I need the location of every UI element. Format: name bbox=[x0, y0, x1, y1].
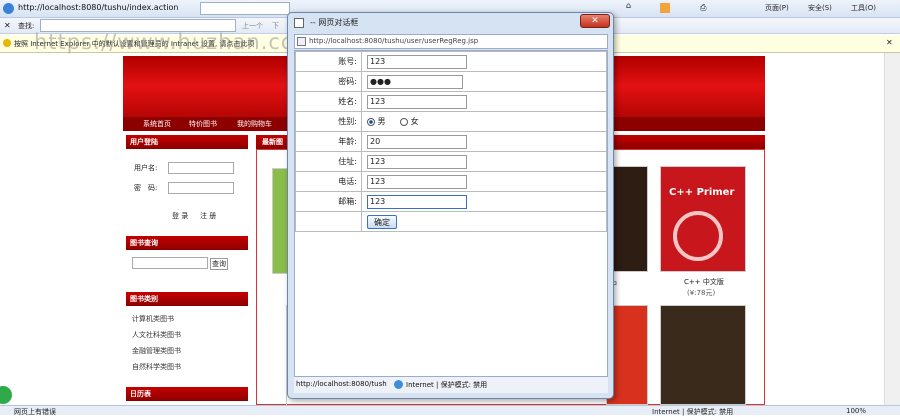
menu-safety[interactable]: 安全(S) bbox=[808, 3, 832, 13]
address-label: 住址: bbox=[295, 151, 362, 172]
login-button[interactable]: 登 录 bbox=[172, 211, 188, 221]
book-title[interactable]: C++ 中文版 bbox=[684, 277, 724, 287]
globe-icon bbox=[394, 380, 403, 389]
status-zone: Internet | 保护模式: 禁用 bbox=[652, 408, 734, 416]
username-input[interactable] bbox=[168, 162, 234, 174]
category-item[interactable]: 自然科学类图书 bbox=[132, 362, 181, 372]
email-label: 邮箱: bbox=[295, 191, 362, 212]
find-label: 查找: bbox=[18, 22, 35, 30]
category-section-title: 图书类别 bbox=[126, 292, 248, 306]
female-radio[interactable] bbox=[400, 117, 409, 126]
home-icon[interactable]: ⌂ bbox=[626, 1, 631, 10]
warning-icon bbox=[3, 39, 11, 47]
login-section-title: 用户登陆 bbox=[126, 135, 248, 149]
browser-statusbar: 网页上有错误 Internet | 保护模式: 禁用 100% bbox=[0, 405, 900, 417]
password-label: 密码: bbox=[295, 71, 362, 92]
feeds-icon[interactable] bbox=[660, 3, 670, 13]
username-label: 用户名: bbox=[134, 164, 158, 172]
dialog-status-url: http://localhost:8080/tush bbox=[296, 380, 387, 388]
book-cover-text: C++ Primer bbox=[669, 187, 735, 198]
register-form: 账号: 123 密码: ●●● 姓名: 123 性别: 男 女 年龄: 20 住… bbox=[294, 50, 608, 377]
dialog-address: http://localhost:8080/tushu/user/userReg… bbox=[309, 37, 479, 45]
book-cover[interactable] bbox=[660, 305, 746, 405]
book-price: (¥:78元) bbox=[687, 289, 716, 297]
zoom-level[interactable]: 100% bbox=[846, 407, 866, 415]
nav-cart[interactable]: 我的购物车 bbox=[237, 119, 272, 129]
menu-page[interactable]: 页面(P) bbox=[765, 3, 789, 13]
phone-input[interactable]: 123 bbox=[367, 174, 467, 189]
dialog-titlebar[interactable]: -- 网页对话框 bbox=[288, 13, 613, 33]
book-search-button[interactable]: 查询 bbox=[210, 258, 228, 270]
dialog-status-zone: Internet | 保护模式: 禁用 bbox=[406, 381, 488, 389]
email-input[interactable]: 123 bbox=[367, 194, 467, 209]
close-find-icon[interactable]: ✕ bbox=[4, 21, 11, 30]
search-section-title: 图书查询 bbox=[126, 236, 248, 250]
nav-home[interactable]: 系统首页 bbox=[143, 119, 171, 129]
menu-tools[interactable]: 工具(O) bbox=[851, 3, 876, 13]
book-search-input[interactable] bbox=[132, 257, 208, 269]
password-field[interactable]: ●●● bbox=[367, 74, 463, 89]
female-label: 女 bbox=[410, 117, 419, 126]
dialog-close-button[interactable]: ✕ bbox=[580, 14, 610, 28]
age-input[interactable]: 20 bbox=[367, 134, 467, 149]
age-label: 年龄: bbox=[295, 131, 362, 152]
submit-row-spacer bbox=[295, 211, 362, 232]
book-cover-cpp-primer[interactable]: C++ Primer bbox=[660, 166, 746, 272]
gender-label: 性别: bbox=[295, 111, 362, 132]
account-label: 账号: bbox=[295, 51, 362, 72]
print-icon[interactable]: ⎙ bbox=[700, 3, 706, 13]
name-label: 姓名: bbox=[295, 91, 362, 112]
category-item[interactable]: 金融管理类图书 bbox=[132, 346, 181, 356]
dialog-address-bar: http://localhost:8080/tushu/user/userReg… bbox=[294, 34, 608, 49]
male-radio[interactable] bbox=[367, 117, 375, 126]
dialog-statusbar: http://localhost:8080/tush Internet | 保护… bbox=[294, 377, 608, 393]
password-label: 密 码: bbox=[134, 184, 158, 192]
page-icon bbox=[297, 37, 306, 46]
name-input[interactable]: 123 bbox=[367, 94, 467, 109]
password-input[interactable] bbox=[168, 182, 234, 194]
book-cover-art bbox=[673, 211, 723, 261]
category-item[interactable]: 人文社科类图书 bbox=[132, 330, 181, 340]
nav-special[interactable]: 特价图书 bbox=[189, 119, 217, 129]
address-dropdown[interactable] bbox=[200, 2, 290, 15]
status-error-text[interactable]: 网页上有错误 bbox=[14, 407, 56, 417]
page-scrollbar[interactable] bbox=[884, 53, 900, 405]
dialog-page-icon bbox=[294, 18, 304, 28]
ie-icon bbox=[3, 3, 14, 14]
address-input[interactable]: 123 bbox=[367, 154, 467, 169]
browser-url[interactable]: http://localhost:8080/tushu/index.action bbox=[18, 3, 178, 12]
register-button[interactable]: 注 册 bbox=[200, 211, 216, 221]
male-label: 男 bbox=[377, 117, 386, 126]
submit-button[interactable]: 确定 bbox=[367, 214, 397, 229]
infobar-close-icon[interactable]: ✕ bbox=[886, 38, 893, 47]
account-input[interactable]: 123 bbox=[367, 54, 467, 69]
phone-label: 电话: bbox=[295, 171, 362, 192]
category-item[interactable]: 计算机类图书 bbox=[132, 314, 174, 324]
dialog-title: -- 网页对话框 bbox=[310, 18, 359, 27]
web-dialog: -- 网页对话框 ✕ http://localhost:8080/tushu/u… bbox=[287, 12, 614, 399]
calendar-section-title: 日历表 bbox=[126, 387, 248, 401]
